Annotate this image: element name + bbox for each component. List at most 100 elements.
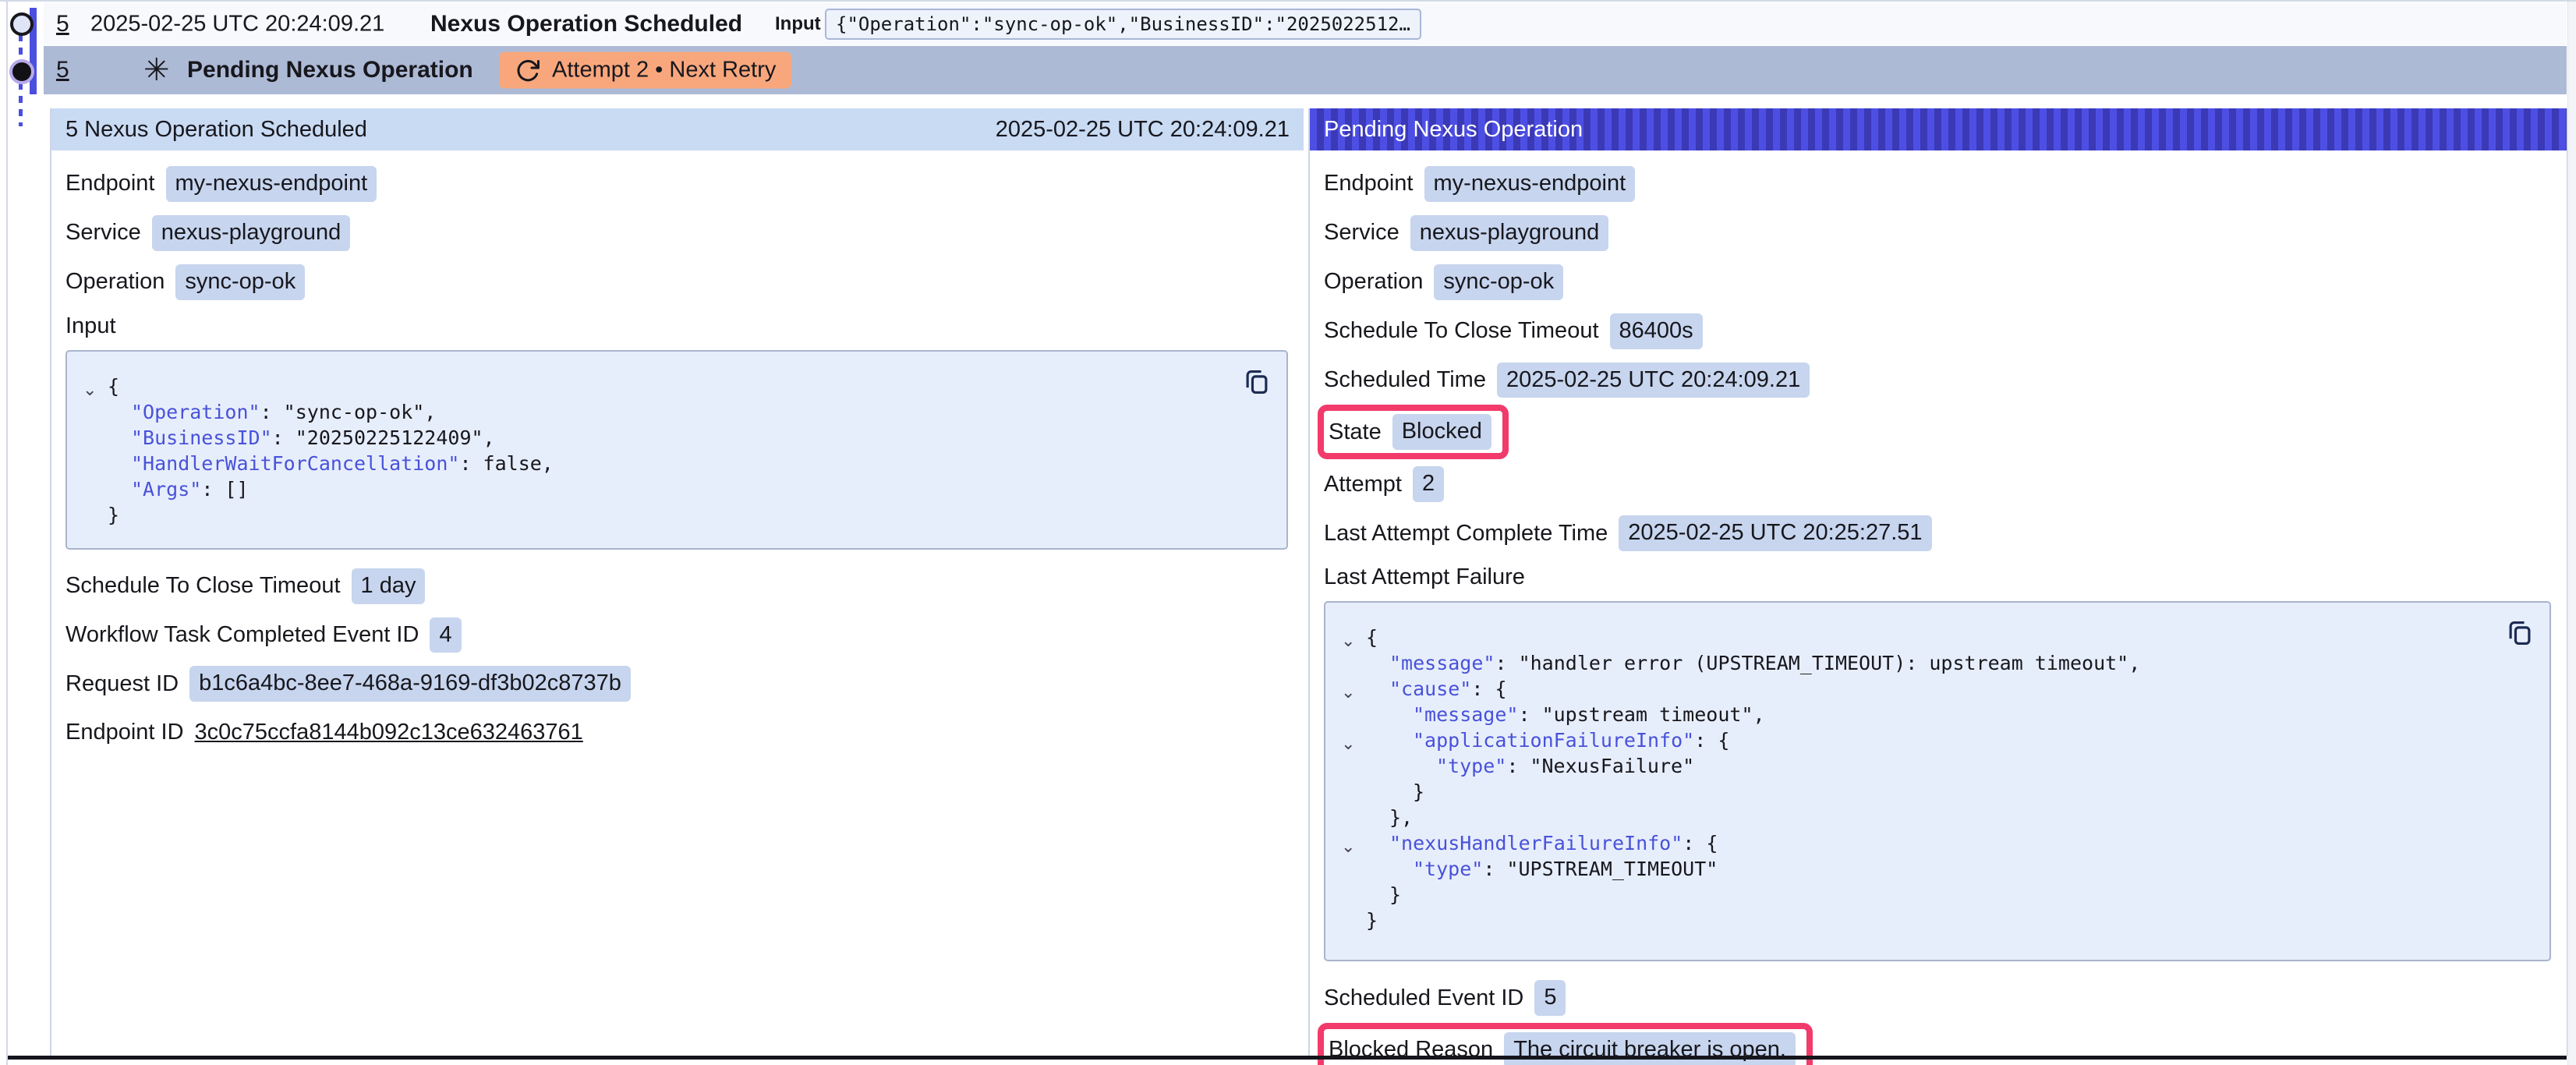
code-text: }: [108, 504, 119, 526]
timeline-dashed-line: [19, 34, 23, 58]
outer-border: [6, 2, 8, 1065]
event-detail-panel: 5 Nexus Operation Scheduled 2025-02-25 U…: [50, 108, 1304, 1056]
event-row-nexus-operation-scheduled[interactable]: 5 2025-02-25 UTC 20:24:09.21 Nexus Opera…: [44, 3, 2567, 45]
code-line: "message": "handler error (UPSTREAM_TIME…: [1338, 650, 2495, 676]
code-line: }: [1338, 908, 2495, 933]
code-line: "BusinessID": "20250225122409",: [80, 425, 1232, 451]
field-label: Request ID: [65, 671, 179, 697]
field-value-badge: b1c6a4bc-8ee7-468a-9169-df3b02c8737b: [189, 666, 631, 702]
field-label: Endpoint ID: [65, 720, 184, 745]
event-input-label: Input: [775, 13, 821, 35]
event-detail-fields: Endpointmy-nexus-endpoint Servicenexus-pl…: [65, 166, 1288, 300]
pending-operation-fields-top: Endpointmy-nexus-endpointServicenexus-pl…: [1324, 166, 2551, 398]
field-label: Attempt: [1324, 472, 1402, 497]
code-line: ⌄"applicationFailureInfo": {: [1338, 727, 2495, 753]
pending-nexus-operation-row[interactable]: 5 ✳︎ Pending Nexus Operation Attempt 2 •…: [44, 46, 2567, 94]
timeline-node-current-icon[interactable]: [9, 59, 34, 84]
state-value-badge: Blocked: [1392, 414, 1491, 450]
field-value-badge: 4: [430, 617, 461, 653]
field-row: Scheduled Time 2025-02-25 UTC 20:24:09.21: [1324, 363, 2551, 398]
last-attempt-failure-label: Last Attempt Failure: [1324, 564, 2551, 590]
field-row: Endpoint ID 3c0c75ccfa8144b092c13ce632463…: [65, 715, 1288, 749]
field-value-badge: 2: [1413, 466, 1444, 502]
event-id-link[interactable]: 5: [56, 11, 69, 37]
event-detail-header: 5 Nexus Operation Scheduled 2025-02-25 U…: [51, 108, 1304, 150]
code-text: "message": "handler error (UPSTREAM_TIME…: [1366, 652, 2140, 674]
pending-operation-header-title: Pending Nexus Operation: [1324, 117, 1583, 143]
field-row: Endpointmy-nexus-endpoint: [65, 166, 1288, 202]
failure-json-viewer: ⌄{"message": "handler error (UPSTREAM_TI…: [1324, 601, 2551, 961]
field-row: Workflow Task Completed Event ID4: [65, 617, 1288, 653]
code-text: "type": "NexusFailure": [1366, 755, 1694, 777]
field-label: Service: [1324, 220, 1399, 246]
input-section-label: Input: [65, 313, 1288, 339]
event-title: Nexus Operation Scheduled: [430, 11, 742, 37]
timeline-dashed-line: [19, 83, 23, 126]
vertical-scrollbar[interactable]: [2567, 2, 2576, 1065]
code-line: ⌄"nexusHandlerFailureInfo": {: [1338, 830, 2495, 856]
code-line: "message": "upstream timeout",: [1338, 702, 2495, 727]
event-input-preview[interactable]: {"Operation":"sync-op-ok","BusinessID":"…: [825, 9, 1421, 40]
code-line: }: [80, 502, 1232, 528]
field-label: Schedule To Close Timeout: [65, 573, 341, 599]
pending-title: Pending Nexus Operation: [187, 57, 473, 83]
field-row: Schedule To Close Timeout86400s: [1324, 313, 2551, 349]
code-text: }: [1366, 909, 1378, 932]
state-label: State: [1329, 419, 1382, 445]
code-text: },: [1366, 806, 1413, 829]
code-line: "type": "NexusFailure": [1338, 753, 2495, 779]
code-text: "cause": {: [1366, 678, 1507, 700]
code-line: ⌄"cause": {: [1338, 676, 2495, 702]
code-line: },: [1338, 805, 2495, 830]
copy-icon[interactable]: [2504, 617, 2535, 651]
field-row: Last Attempt Complete Time 2025-02-25 UTC…: [1324, 515, 2551, 551]
field-value-badge: 2025-02-25 UTC 20:25:27.51: [1619, 515, 1931, 551]
timeline-node-open-icon[interactable]: [10, 12, 34, 36]
field-row: Attempt 2: [1324, 466, 2551, 502]
event-detail-fields-bottom: Schedule To Close Timeout 1 day Workflow T…: [65, 568, 1288, 750]
code-line: "type": "UPSTREAM_TIMEOUT": [1338, 856, 2495, 882]
event-detail-header-timestamp: 2025-02-25 UTC 20:24:09.21: [996, 117, 1290, 143]
code-text: {: [108, 375, 119, 398]
field-row: Schedule To Close Timeout 1 day: [65, 568, 1288, 604]
code-text: "applicationFailureInfo": {: [1366, 729, 1729, 752]
code-text: "message": "upstream timeout",: [1366, 703, 1765, 726]
code-text: "nexusHandlerFailureInfo": {: [1366, 832, 1718, 854]
state-highlight-box: State Blocked: [1318, 405, 1509, 459]
field-label: Last Attempt Complete Time: [1324, 521, 1608, 547]
field-value-badge: 1 day: [352, 568, 426, 604]
pending-event-id-link[interactable]: 5: [56, 57, 69, 83]
field-row: Servicenexus-playground: [1324, 215, 2551, 251]
field-row: Operationsync-op-ok: [1324, 264, 2551, 300]
field-value-link[interactable]: 3c0c75ccfa8144b092c13ce632463761: [195, 720, 583, 745]
code-text: {: [1366, 626, 1378, 649]
code-line: "Args": []: [80, 476, 1232, 502]
field-value-badge: 86400s: [1610, 313, 1703, 349]
field-value-badge: 2025-02-25 UTC 20:24:09.21: [1497, 363, 1810, 398]
field-row: Request ID b1c6a4bc-8ee7-468a-9169-df3b02…: [65, 666, 1288, 702]
field-row: Servicenexus-playground: [65, 215, 1288, 251]
bottom-divider: [8, 1056, 2567, 1060]
code-text: "Operation": "sync-op-ok",: [108, 401, 436, 423]
field-value-badge: nexus-playground: [152, 215, 351, 251]
code-text: "Args": []: [108, 478, 249, 501]
code-text: }: [1366, 780, 1424, 803]
code-text: "type": "UPSTREAM_TIMEOUT": [1366, 858, 1718, 880]
code-text: "BusinessID": "20250225122409",: [108, 426, 495, 449]
retry-badge-label: Attempt 2 • Next Retry: [552, 58, 776, 83]
field-label: Endpoint: [65, 171, 155, 196]
code-line: }: [1338, 779, 2495, 805]
field-label: Operation: [1324, 269, 1423, 295]
code-line: }: [1338, 882, 2495, 908]
scheduled-event-id-badge: 5: [1534, 980, 1566, 1016]
field-value-badge: sync-op-ok: [175, 264, 305, 300]
code-line: ⌄{: [1338, 624, 2495, 650]
pending-operation-header: Pending Nexus Operation: [1310, 108, 2567, 150]
field-label: Scheduled Time: [1324, 367, 1486, 393]
event-history-view: 5 2025-02-25 UTC 20:24:09.21 Nexus Opera…: [0, 0, 2576, 1065]
code-text: "HandlerWaitForCancellation": false,: [108, 452, 554, 475]
copy-icon[interactable]: [1241, 366, 1272, 400]
pending-operation-panel: Pending Nexus Operation Endpointmy-nexus…: [1308, 108, 2568, 1056]
scheduled-event-id-label: Scheduled Event ID: [1324, 985, 1523, 1011]
field-row: Operationsync-op-ok: [65, 264, 1288, 300]
